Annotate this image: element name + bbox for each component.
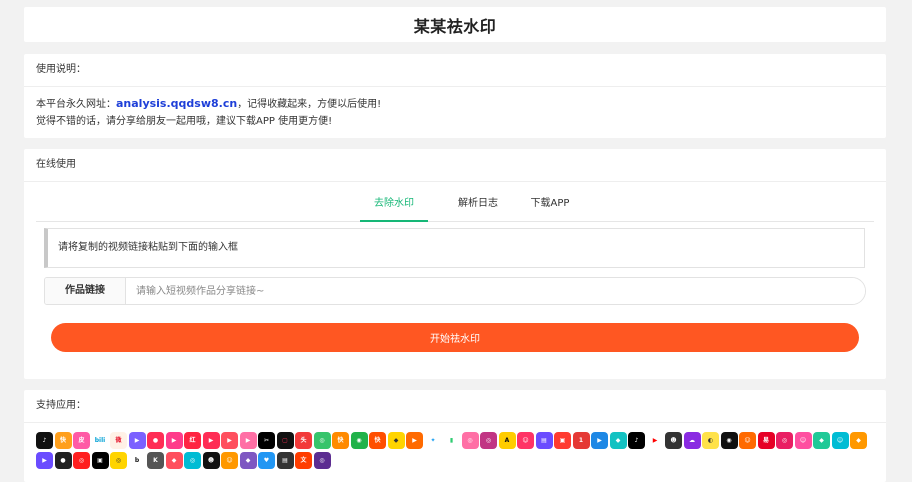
app-black-icon: ▣: [91, 452, 109, 469]
video-b-icon: ●: [147, 432, 164, 449]
app-red2-icon: ◎: [73, 452, 90, 469]
app-grad-icon: ◎: [184, 452, 201, 469]
active-tab-indicator: [360, 220, 428, 222]
app-smile-icon: ☺: [739, 432, 756, 449]
app-redtext-icon: 文: [295, 452, 312, 469]
usage-line-1-suffix: ，记得收藏起来，方便以后使用!: [237, 99, 382, 110]
app-purple-icon: ▤: [535, 432, 553, 449]
instagram-icon: ◎: [480, 432, 497, 449]
app-violet-icon: ▶: [36, 452, 53, 469]
app-pear-icon: ◐: [702, 432, 719, 449]
apps-heading: 支持应用：: [24, 390, 886, 423]
video-h-icon: ◎: [313, 432, 331, 449]
app-magenta-icon: ◎: [776, 432, 793, 449]
twitter-icon: ✦: [424, 432, 442, 449]
bilibili-icon: bili: [91, 432, 109, 449]
tab-download-app[interactable]: 下载APP: [522, 189, 578, 221]
app-green-icon: ◉: [350, 432, 368, 449]
kuaishou-icon: 快: [332, 432, 349, 449]
tab-remove-watermark[interactable]: 去除水印: [366, 189, 422, 221]
link-field: 作品链接: [44, 277, 866, 305]
online-heading: 在线使用: [24, 149, 886, 182]
site-url-link[interactable]: analysis.qqdsw8.cn: [116, 97, 237, 110]
page: 某某祛水印 使用说明： 本平台永久网址：analysis.qqdsw8.cn，记…: [0, 0, 912, 482]
app-blue-icon: ▶: [591, 432, 608, 449]
app-b-icon: b: [128, 452, 146, 469]
app-k-icon: K: [147, 452, 164, 469]
app-teal-icon: ◆: [609, 432, 627, 449]
tiktok-icon: ♪: [628, 432, 645, 449]
video-c-icon: ▶: [165, 432, 183, 449]
online-card: 在线使用 去除水印 解析日志 下载APP 请将复制的视频链接粘贴到下面的输入框 …: [24, 149, 886, 379]
app-chart-icon: ▮: [443, 432, 460, 449]
app-a-icon: A: [498, 432, 516, 449]
app-red-icon: ▣: [554, 432, 571, 449]
usage-body: 本平台永久网址：analysis.qqdsw8.cn，记得收藏起来，方便以后使用…: [24, 87, 886, 138]
wangyi-icon: 易: [757, 432, 775, 449]
paste-notice: 请将复制的视频链接粘贴到下面的输入框: [44, 228, 865, 268]
app-orange-icon: ◆: [850, 432, 867, 449]
usage-card: 使用说明： 本平台永久网址：analysis.qqdsw8.cn，记得收藏起来，…: [24, 54, 886, 138]
app-monkey-icon: ☺: [221, 452, 238, 469]
app-yellow-icon: ◆: [387, 432, 405, 449]
app-mask-icon: ☻: [665, 432, 682, 449]
video-e-icon: ▶: [221, 432, 238, 449]
app-eye-icon: ◉: [720, 432, 738, 449]
usage-line-1-prefix: 本平台永久网址：: [36, 99, 116, 110]
usage-heading: 使用说明：: [24, 54, 886, 87]
kuaishou-lite-icon: 快: [369, 432, 386, 449]
header-card: 某某祛水印: [24, 7, 886, 42]
supported-app-icons: ♪ 快皮 bili 微 ▶ ● ▶ 红 ▶ ▶ ▶ ✂ ▢ 头 ◎ 快 ◉ 快 ◆ ▶ ✦ ▮ ◎ ◎ A ☺ ▤ ▣ 1 ▶ ◆ ♪ ▶ ☻ ☁ ◐…: [36, 432, 872, 472]
kuaiyin-icon: 快: [54, 432, 72, 449]
app-cyan-icon: ☺: [831, 432, 849, 449]
apps-card: 支持应用： ♪ 快皮 bili 微 ▶ ● ▶ 红 ▶ ▶ ▶ ✂ ▢ 头 ◎ 快 ◉ 快 ◆ ▶ ✦ ▮ ◎ ◎ A ☺ ▤ ▣ 1 ▶…: [24, 390, 886, 482]
app-lilac-icon: ◆: [239, 452, 257, 469]
app-yellow2-icon: ◎: [110, 452, 127, 469]
video-link-input[interactable]: [126, 278, 865, 304]
pipixia-icon: 皮: [73, 432, 90, 449]
video-d-icon: ▶: [202, 432, 220, 449]
toutiao-icon: 头: [295, 432, 312, 449]
app-pinkcat-icon: ☺: [794, 432, 812, 449]
video-a-icon: ▶: [128, 432, 146, 449]
app-panda-icon: ☻: [202, 452, 220, 469]
douyin-icon: ♪: [36, 432, 53, 449]
app-heart-icon: ♥: [258, 452, 275, 469]
youtube-icon: ▶: [646, 432, 664, 449]
app-dark2-icon: ▤: [276, 452, 294, 469]
capcut-icon: ✂: [258, 432, 275, 449]
usage-line-1: 本平台永久网址：analysis.qqdsw8.cn，记得收藏起来，方便以后使用…: [36, 95, 874, 113]
page-title: 某某祛水印: [413, 16, 497, 36]
app-fish-icon: ◆: [813, 432, 830, 449]
remove-watermark-button[interactable]: 开始祛水印: [51, 323, 859, 352]
tab-parse-log[interactable]: 解析日志: [450, 189, 506, 221]
app-one-icon: 1: [572, 432, 590, 449]
link-field-label: 作品链接: [45, 278, 126, 304]
app-last-icon: ◎: [313, 452, 331, 469]
weibo-icon: 微: [110, 432, 127, 449]
app-pink-icon: ◎: [461, 432, 479, 449]
app-dark-icon: ●: [54, 452, 72, 469]
app-cloud-icon: ☁: [683, 432, 701, 449]
tab-bar: 去除水印 解析日志 下载APP: [36, 189, 874, 222]
video-g-icon: ▢: [276, 432, 294, 449]
video-f-icon: ▶: [239, 432, 257, 449]
app-face-icon: ☺: [517, 432, 534, 449]
usage-line-2: 觉得不错的话，请分享给朋友一起用哦，建议下载APP 使用更方便!: [36, 116, 333, 127]
xiaohongshu-icon: 红: [184, 432, 201, 449]
video-i-icon: ▶: [406, 432, 423, 449]
app-pink2-icon: ◆: [165, 452, 183, 469]
